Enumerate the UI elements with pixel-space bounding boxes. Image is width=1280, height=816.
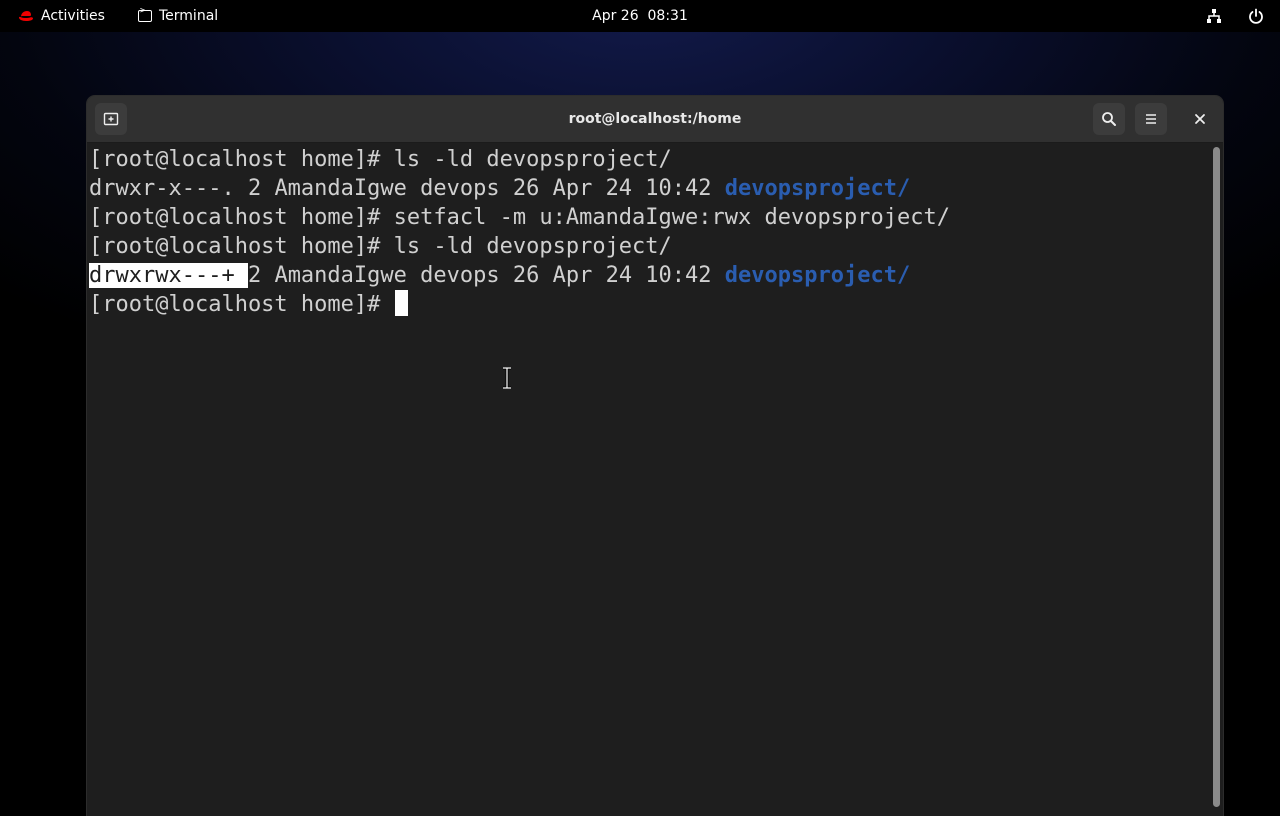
terminal-line: [root@localhost home]#	[89, 290, 1209, 319]
shell-prompt: [root@localhost home]#	[89, 147, 394, 172]
menu-icon	[1146, 114, 1156, 124]
directory-name: devopsproject/	[724, 176, 911, 201]
terminal-window: root@localhost:/home [root@localhost hom…	[87, 96, 1223, 816]
terminal-line: [root@localhost home]# ls -ld devopsproj…	[89, 145, 1209, 174]
scrollbar-thumb[interactable]	[1213, 147, 1220, 807]
text-cursor	[394, 290, 408, 316]
new-tab-button[interactable]	[95, 103, 127, 135]
directory-name: devopsproject/	[724, 263, 911, 288]
network-icon[interactable]	[1206, 8, 1222, 24]
top-bar: Activities Terminal Apr 26 08:31	[0, 0, 1280, 32]
shell-prompt: [root@localhost home]#	[89, 292, 394, 317]
terminal-line: [root@localhost home]# ls -ld devopsproj…	[89, 232, 1209, 261]
shell-command: ls -ld devopsproject/	[393, 147, 672, 172]
shell-command: setfacl -m u:AmandaIgwe:rwx devopsprojec…	[393, 205, 950, 230]
window-title: root@localhost:/home	[568, 111, 742, 127]
shell-prompt: [root@localhost home]#	[89, 205, 394, 230]
terminal-line: [root@localhost home]# setfacl -m u:Aman…	[89, 203, 1209, 232]
clock-container: Apr 26 08:31	[0, 0, 1280, 32]
search-icon	[1102, 112, 1116, 126]
clock[interactable]: Apr 26 08:31	[592, 8, 688, 24]
selected-text[interactable]: drwxrwx---+	[89, 263, 248, 288]
scrollbar[interactable]	[1209, 143, 1223, 816]
shell-prompt: [root@localhost home]#	[89, 234, 394, 259]
listing-details: 2 AmandaIgwe devops 26 Apr 24 10:42	[234, 176, 725, 201]
terminal-output[interactable]: [root@localhost home]# ls -ld devopsproj…	[87, 143, 1209, 816]
window-headerbar[interactable]: root@localhost:/home	[87, 96, 1223, 143]
terminal-line: drwxr-x---. 2 AmandaIgwe devops 26 Apr 2…	[89, 174, 1209, 203]
close-icon	[1195, 114, 1205, 124]
shell-command: ls -ld devopsproject/	[393, 234, 672, 259]
power-icon[interactable]	[1248, 8, 1264, 24]
close-button[interactable]	[1184, 103, 1216, 135]
menu-button[interactable]	[1135, 103, 1167, 135]
permissions: drwxr-x---.	[89, 176, 235, 201]
new-tab-icon	[103, 112, 119, 126]
terminal-line: drwxrwx---+ 2 AmandaIgwe devops 26 Apr 2…	[89, 261, 1209, 290]
listing-details: 2 AmandaIgwe devops 26 Apr 24 10:42	[247, 263, 725, 288]
ibeam-cursor-icon	[503, 367, 511, 389]
search-button[interactable]	[1093, 103, 1125, 135]
system-tray	[1206, 0, 1264, 32]
